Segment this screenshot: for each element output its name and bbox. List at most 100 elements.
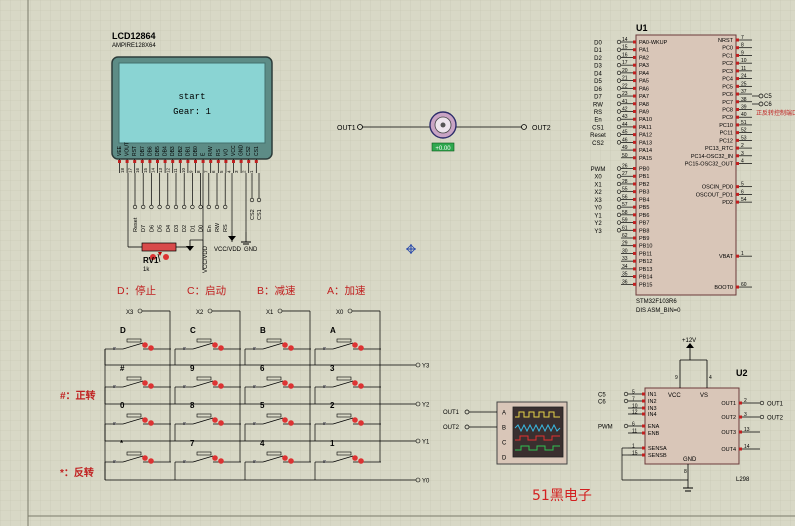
lcd-line-2: Gear: 1: [173, 107, 211, 117]
mcu-left-pin-number: 21: [622, 76, 628, 82]
watermark: 51黑电子: [532, 488, 592, 504]
mcu-left-pin-name: PB15: [639, 282, 652, 288]
mcu-left-pin-name: PA8: [639, 102, 649, 108]
lcd-power-label: VCC/VDD: [214, 247, 242, 253]
driver-vcc: VCC: [668, 393, 681, 399]
mcu-net-label: D0: [594, 41, 602, 47]
mcu-left-pin-number: 57: [622, 202, 628, 208]
mcu-net-label: PWM: [591, 167, 606, 173]
key-label: 1: [330, 439, 335, 448]
mcu-right-pin-name: PC0: [722, 46, 733, 52]
driver-net-label: C6: [598, 400, 606, 406]
mcu-annot: 正反转控制端口: [756, 109, 795, 117]
mcu-net-label: X0: [594, 175, 602, 181]
driver-in-pin-number: 12: [632, 410, 638, 416]
mcu-right-pin-name: PC3: [722, 69, 733, 75]
lcd-vcc-label: VCC/VDD: [203, 245, 209, 273]
driver-net-label: C5: [598, 393, 606, 399]
mcu-right-pin-name: VBAT: [719, 254, 734, 260]
mcu-left-pin-number: 15: [622, 45, 628, 51]
mcu-right-pin-number: 53: [741, 135, 747, 141]
pot-body: [141, 242, 177, 252]
driver-in-pin-name: SENSB: [648, 453, 667, 459]
mcu-left-pin-number: 56: [622, 194, 628, 200]
scope-channel-label: D: [502, 456, 507, 462]
lcd-pin-label: VCC: [231, 145, 237, 156]
mcu-net-label: D2: [594, 56, 602, 62]
mcu-right-pin-name: PC13_RTC: [705, 146, 733, 152]
driver-in-pin-number: 5: [632, 390, 635, 396]
lcd-net-label: D6: [149, 225, 155, 232]
mcu-left-pin-name: PA3: [639, 63, 649, 69]
mcu-right-pin-number: 6: [741, 189, 744, 195]
mcu-left-pin-name: PB11: [639, 251, 652, 257]
driver-out-pin-number: 3: [744, 412, 747, 418]
schematic-canvas: LCD12864 AMPIRE128X64 start Gear: 1 VEE 1…: [0, 0, 795, 526]
mcu-right-pin-name: PC6: [722, 92, 733, 98]
driver-in-pin-name: SENSA: [648, 446, 667, 452]
keypad-header: D：停止: [117, 284, 156, 297]
mcu-left-pin-name: PB9: [639, 236, 649, 242]
mcu-right-pin-number: 2: [741, 143, 744, 149]
mcu-right-pin-name: PD2: [722, 200, 733, 206]
lcd-gnd-label: GND: [244, 247, 258, 253]
mcu-right-pin-number: 9: [741, 50, 744, 56]
mcu-left-pin-name: PA14: [639, 148, 652, 154]
driver-vs-pin: 4: [709, 375, 712, 381]
mcu-net-label: En: [594, 118, 601, 124]
lcd-screen: [118, 62, 266, 144]
driver-out-pin-number: 13: [744, 427, 750, 433]
mcu-right-pin-name: OSCIN_PD0: [702, 185, 733, 191]
key-label: 6: [260, 364, 265, 373]
driver-in-pin-number: 15: [632, 451, 638, 457]
mcu-right-pin-number: 60: [741, 282, 747, 288]
mcu-left-pin-number: 36: [622, 279, 628, 285]
mcu-right-pin-number: 25: [741, 81, 747, 87]
lcd-pin-label: GND: [239, 145, 245, 157]
mcu-left-pin-number: 33: [622, 256, 628, 262]
driver-power: +12V: [682, 338, 696, 344]
mcu-right-pin-number: 24: [741, 74, 747, 80]
mcu-net-label: D7: [594, 95, 602, 101]
lcd-pin-label: VEE: [117, 145, 123, 156]
mcu-left-pin-name: PB1: [639, 174, 649, 180]
mcu-left-pin-number: 62: [622, 233, 628, 239]
motor-speed: +0.00: [435, 146, 451, 152]
driver-out-pin-name: OUT3: [721, 430, 736, 436]
key-label: 8: [190, 401, 195, 410]
driver-vs: VS: [700, 393, 708, 399]
mcu-left-pin-name: PB3: [639, 190, 649, 196]
driver-in-pin-name: ENA: [648, 424, 660, 430]
mcu-left-pin-number: 17: [622, 60, 628, 66]
mcu-left-pin-name: PB12: [639, 259, 652, 265]
mcu-net-label: Reset: [590, 133, 606, 139]
driver-out-pin-number: 2: [744, 398, 747, 404]
driver-out-pin-name: OUT1: [721, 401, 736, 407]
keypad-header: A：加速: [327, 285, 366, 297]
pot-ref: RV1: [143, 256, 159, 265]
lcd-pin-label: VOUT: [125, 142, 131, 156]
keypad-col-label: X1: [266, 310, 274, 316]
key-label: A: [330, 326, 336, 335]
mcu-right-pin-number: 4: [741, 159, 744, 165]
mcu-left-pin-name: PB10: [639, 244, 652, 250]
mcu-left-pin-name: PA4: [639, 71, 649, 77]
key-label: C: [190, 326, 196, 335]
mcu-left-pin-name: PA11: [639, 125, 652, 131]
mcu-left-pin-name: PA12: [639, 133, 652, 139]
mcu-right-pin-number: 11: [741, 66, 746, 72]
key-label: B: [260, 326, 266, 335]
mcu-left-pin-number: 16: [622, 52, 628, 58]
mcu-left-pin-number: 46: [622, 137, 628, 143]
lcd-pin-label: RS: [216, 148, 222, 156]
mcu-net-label: CS1: [592, 125, 604, 131]
lcd-pin-number: 12: [166, 167, 171, 173]
mcu-net-label: Y0: [594, 206, 602, 212]
mcu-left-pin-name: PA5: [639, 79, 649, 85]
mcu-right-pin-number: 3: [741, 151, 744, 157]
mcu-right-pin-number: 10: [741, 58, 747, 64]
mcu-left-pin-number: 30: [622, 248, 628, 254]
mcu-net-label: RS: [594, 110, 602, 116]
lcd-net-label: D0: [199, 225, 205, 232]
mcu-left-pin-number: 45: [622, 130, 628, 136]
